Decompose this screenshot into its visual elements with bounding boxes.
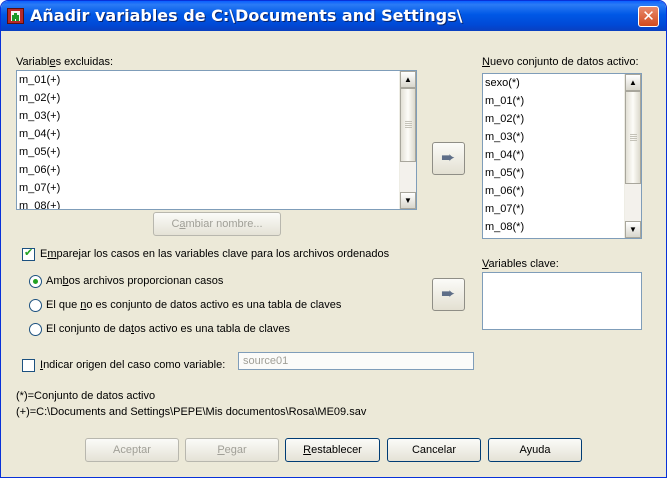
- radio-nonactive-keyed-label[interactable]: El que no es conjunto de datos activo es…: [46, 299, 341, 311]
- key-variables-label: Variables clave:: [482, 258, 559, 270]
- source-variable-field[interactable]: source01: [238, 352, 474, 370]
- move-to-dataset-button[interactable]: ➨: [432, 142, 465, 175]
- new-dataset-scrollbar[interactable]: ▲ ▼: [624, 74, 641, 238]
- radio-both-files[interactable]: [29, 275, 42, 288]
- list-item[interactable]: m_04(+): [17, 125, 416, 143]
- scroll-thumb[interactable]: [400, 88, 416, 162]
- accept-button[interactable]: Aceptar: [85, 438, 179, 462]
- radio-both-files-label[interactable]: Ambos archivos proporcionan casos: [46, 275, 223, 287]
- new-dataset-label: Nuevo conjunto de datos activo:: [482, 56, 639, 68]
- list-item[interactable]: m_02(*): [483, 110, 641, 128]
- scroll-thumb[interactable]: [625, 91, 641, 184]
- source-file-note: (+)=C:\Documents and Settings\PEPE\Mis d…: [16, 406, 367, 418]
- radio-active-keyed-label[interactable]: El conjunto de datos activo es una tabla…: [46, 323, 290, 335]
- excluded-variables-label: Variables excluidas:: [16, 56, 114, 68]
- window-title: Añadir variables de C:\Documents and Set…: [30, 6, 463, 25]
- indicate-source-checkbox[interactable]: [22, 359, 35, 372]
- paste-button[interactable]: Pegar: [185, 438, 279, 462]
- key-variables-list[interactable]: [482, 272, 642, 330]
- list-item[interactable]: m_05(+): [17, 143, 416, 161]
- scroll-up-icon: ▲: [404, 75, 412, 84]
- list-item[interactable]: m_06(+): [17, 161, 416, 179]
- reset-button[interactable]: Restablecer: [285, 438, 380, 462]
- scroll-down-icon: ▼: [629, 225, 637, 234]
- rename-button[interactable]: Cambiar nombre...: [153, 212, 281, 236]
- list-item[interactable]: m_04(*): [483, 146, 641, 164]
- list-item[interactable]: m_03(+): [17, 107, 416, 125]
- add-variables-dialog: Añadir variables de C:\Documents and Set…: [0, 0, 667, 478]
- app-icon: [7, 8, 24, 24]
- excluded-list-scrollbar[interactable]: ▲ ▼: [399, 71, 416, 209]
- list-item[interactable]: m_05(*): [483, 164, 641, 182]
- scroll-up-button[interactable]: ▲: [400, 71, 416, 88]
- list-item[interactable]: m_07(+): [17, 179, 416, 197]
- list-item[interactable]: m_01(*): [483, 92, 641, 110]
- close-button[interactable]: ✕: [638, 6, 659, 27]
- list-item[interactable]: m_08(+): [17, 197, 416, 209]
- scroll-down-button[interactable]: ▼: [400, 192, 416, 209]
- move-to-key-variables-button[interactable]: ➨: [432, 278, 465, 311]
- close-icon: ✕: [642, 7, 655, 25]
- right-arrow-icon: ➨: [441, 284, 456, 303]
- scroll-up-icon: ▲: [629, 78, 637, 87]
- list-item[interactable]: m_03(*): [483, 128, 641, 146]
- match-cases-label[interactable]: Emparejar los casos en las variables cla…: [40, 248, 389, 260]
- list-item[interactable]: m_07(*): [483, 200, 641, 218]
- scroll-up-button[interactable]: ▲: [625, 74, 641, 91]
- cancel-button[interactable]: Cancelar: [387, 438, 481, 462]
- match-cases-checkbox[interactable]: [22, 246, 35, 261]
- scroll-down-button[interactable]: ▼: [625, 221, 641, 238]
- list-item[interactable]: sexo(*): [483, 74, 641, 92]
- list-item[interactable]: m_01(+): [17, 71, 416, 89]
- excluded-variables-list[interactable]: m_01(+) m_02(+) m_03(+) m_04(+) m_05(+) …: [16, 70, 417, 210]
- radio-active-keyed[interactable]: [29, 323, 42, 336]
- help-button[interactable]: Ayuda: [488, 438, 582, 462]
- radio-nonactive-keyed[interactable]: [29, 299, 42, 312]
- right-arrow-icon: ➨: [441, 148, 456, 167]
- active-dataset-note: (*)=Conjunto de datos activo: [16, 390, 156, 402]
- new-dataset-list[interactable]: sexo(*) m_01(*) m_02(*) m_03(*) m_04(*) …: [482, 73, 642, 239]
- scroll-down-icon: ▼: [404, 196, 412, 205]
- indicate-source-label[interactable]: Indicar origen del caso como variable:: [40, 359, 225, 371]
- title-bar[interactable]: Añadir variables de C:\Documents and Set…: [1, 1, 666, 31]
- list-item[interactable]: m_06(*): [483, 182, 641, 200]
- list-item[interactable]: m_02(+): [17, 89, 416, 107]
- list-item[interactable]: m_08(*): [483, 218, 641, 236]
